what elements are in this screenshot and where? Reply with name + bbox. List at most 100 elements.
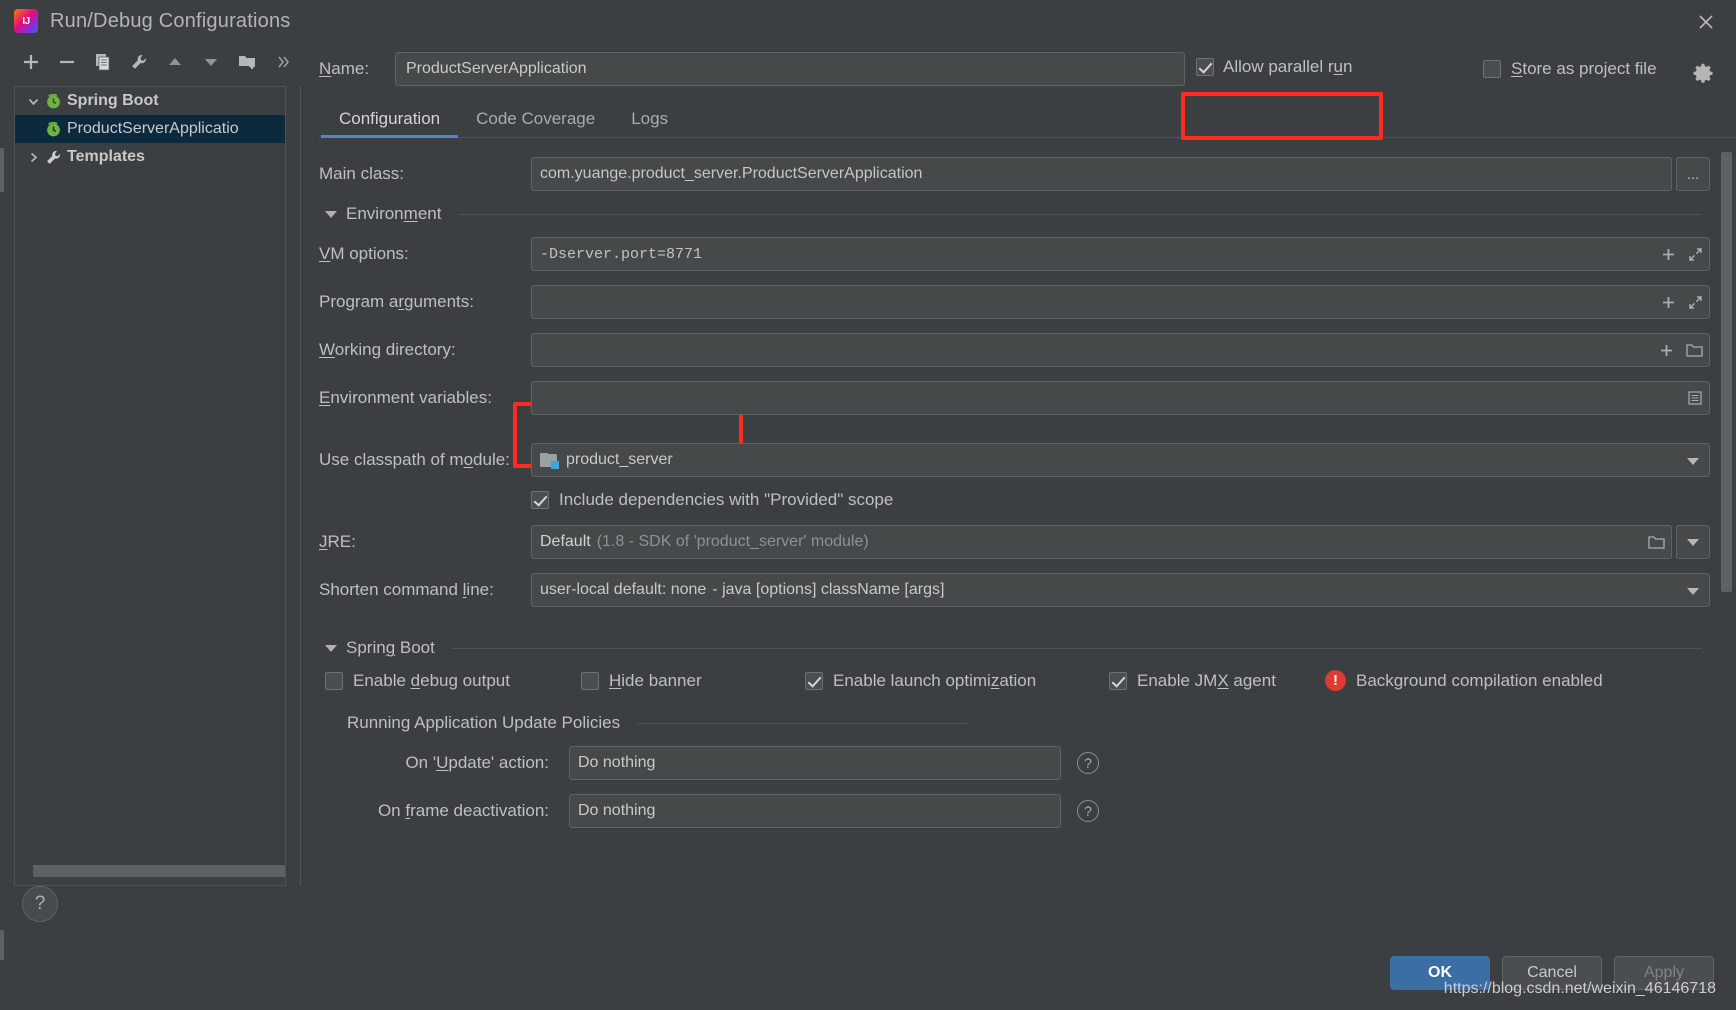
jre-row: JRE: Default (1.8 - SDK of 'product_serv…: [319, 524, 1710, 560]
edit-templates-wrench-icon[interactable]: [130, 51, 148, 73]
apply-button[interactable]: Apply: [1614, 956, 1714, 990]
move-down-arrow-icon[interactable]: [202, 51, 220, 73]
vm-options-row: VM options: -Dserver.port=8771: [319, 236, 1710, 272]
tab-configuration[interactable]: Configuration: [321, 109, 459, 138]
enable-launch-optimization-item[interactable]: Enable launch optimization: [805, 671, 1109, 691]
title-bar: Run/Debug Configurations: [0, 0, 1736, 42]
shorten-command-line-detail: - java [options] className [args]: [712, 581, 945, 598]
jre-dropdown-button[interactable]: [1676, 525, 1710, 559]
collapse-triangle-icon[interactable]: [325, 644, 337, 652]
outer-scroll-marker-bottom: [0, 930, 4, 960]
spring-boot-section-header: Spring Boot: [325, 638, 1710, 658]
jre-label: JRE:: [319, 532, 356, 551]
configuration-editor-panel: Name: Allow parallel run Store as projec…: [301, 42, 1736, 948]
chevron-down-icon[interactable]: [1687, 458, 1699, 465]
editor-vertical-scrollbar[interactable]: [1721, 152, 1732, 592]
chevron-down-icon[interactable]: [23, 95, 43, 108]
tab-code-coverage[interactable]: Code Coverage: [458, 109, 613, 137]
allow-parallel-run-group[interactable]: Allow parallel run: [1187, 50, 1364, 84]
enable-debug-output-item[interactable]: Enable debug output: [325, 671, 581, 691]
on-update-action-combo[interactable]: Do nothing: [569, 746, 1061, 780]
chevron-right-icon[interactable]: [23, 151, 43, 164]
outer-scroll-marker: [0, 148, 4, 192]
wrench-icon: [43, 149, 63, 166]
move-up-arrow-icon[interactable]: [166, 51, 184, 73]
enable-debug-output-checkbox[interactable]: [325, 671, 343, 690]
program-arguments-input[interactable]: [531, 285, 1710, 319]
add-configuration-button[interactable]: [22, 51, 40, 73]
store-as-project-file-group[interactable]: Store as project file: [1483, 59, 1657, 79]
expand-icon[interactable]: [1688, 247, 1703, 262]
tree-node-templates[interactable]: Templates: [15, 143, 285, 171]
vm-options-value: -Dserver.port=8771: [540, 245, 703, 263]
hide-banner-item[interactable]: Hide banner: [581, 671, 805, 691]
store-as-project-file-label: Store as project file: [1511, 59, 1657, 78]
collapse-triangle-icon[interactable]: [325, 210, 337, 218]
enable-jmx-agent-item[interactable]: Enable JMX agent: [1109, 671, 1325, 691]
question-icon[interactable]: ?: [1077, 752, 1099, 774]
tab-logs[interactable]: Logs: [613, 109, 686, 137]
question-icon[interactable]: ?: [1077, 800, 1099, 822]
tree-node-spring-boot[interactable]: Spring Boot: [15, 87, 285, 115]
section-divider: [458, 213, 1702, 215]
ok-button[interactable]: OK: [1390, 956, 1490, 990]
copy-configuration-button[interactable]: [94, 51, 112, 73]
tree-node-label: Spring Boot: [67, 92, 159, 109]
tree-horizontal-scrollbar[interactable]: [33, 865, 285, 877]
plus-icon[interactable]: [1661, 247, 1676, 262]
include-provided-scope-checkbox[interactable]: [531, 491, 549, 509]
list-icon[interactable]: [1687, 390, 1703, 406]
allow-parallel-run-checkbox[interactable]: [1196, 58, 1214, 76]
tree-node-label: ProductServerApplicatio: [67, 120, 239, 137]
on-frame-deactivation-value: Do nothing: [578, 802, 656, 819]
use-classpath-of-module-label: Use classpath of module:: [319, 450, 510, 469]
main-class-input[interactable]: com.yuange.product_server.ProductServerA…: [531, 157, 1672, 191]
enable-jmx-agent-checkbox[interactable]: [1109, 671, 1127, 690]
working-directory-actions: [1659, 334, 1703, 366]
main-class-row: Main class: com.yuange.product_server.Pr…: [319, 156, 1710, 192]
shorten-command-line-value: user-local default: none: [540, 581, 707, 598]
include-provided-scope-row[interactable]: Include dependencies with "Provided" sco…: [531, 490, 1710, 510]
working-directory-row: Working directory:: [319, 332, 1710, 368]
vm-options-input[interactable]: -Dserver.port=8771: [531, 237, 1710, 271]
remove-configuration-button[interactable]: [58, 51, 76, 73]
working-directory-label: Working directory:: [319, 340, 456, 359]
tree-node-productserverapplication[interactable]: ProductServerApplicatio: [15, 115, 285, 143]
environment-variables-label: Environment variables:: [319, 388, 492, 407]
more-options-chevron-icon[interactable]: [276, 51, 292, 73]
store-as-project-file-checkbox[interactable]: [1483, 60, 1501, 78]
program-arguments-label: Program arguments:: [319, 292, 474, 311]
help-button[interactable]: ?: [22, 886, 58, 922]
vm-options-actions: [1661, 238, 1703, 270]
environment-section-header: Environment: [325, 204, 1710, 224]
plus-icon[interactable]: [1661, 295, 1676, 310]
folder-icon[interactable]: [1686, 343, 1703, 358]
use-classpath-of-module-combo[interactable]: product_server: [531, 443, 1710, 477]
plus-icon[interactable]: [1659, 343, 1674, 358]
name-input[interactable]: [395, 52, 1185, 86]
close-icon[interactable]: [1692, 8, 1720, 36]
main-class-browse-button[interactable]: ...: [1676, 157, 1710, 191]
configurations-tree[interactable]: Spring Boot ProductServerApplicatio Temp…: [14, 86, 286, 886]
include-provided-scope-label: Include dependencies with "Provided" sco…: [559, 490, 894, 509]
working-directory-input[interactable]: [531, 333, 1710, 367]
new-folder-icon[interactable]: [238, 51, 258, 73]
enable-launch-optimization-checkbox[interactable]: [805, 671, 823, 690]
on-frame-deactivation-label: On frame deactivation:: [377, 801, 549, 820]
hide-banner-checkbox[interactable]: [581, 671, 599, 690]
environment-variables-input[interactable]: [531, 381, 1710, 415]
chevron-down-icon[interactable]: [1687, 588, 1699, 595]
jre-actions: [1648, 526, 1665, 558]
jre-value-detail: (1.8 - SDK of 'product_server' module): [596, 533, 869, 550]
gear-icon[interactable]: [1692, 62, 1714, 84]
section-divider: [451, 647, 1702, 649]
jre-combo[interactable]: Default (1.8 - SDK of 'product_server' m…: [531, 525, 1672, 559]
folder-icon[interactable]: [1648, 535, 1665, 550]
shorten-command-line-combo[interactable]: user-local default: none - java [options…: [531, 573, 1710, 607]
cancel-button[interactable]: Cancel: [1502, 956, 1602, 990]
on-update-action-label: On 'Update' action:: [405, 753, 549, 772]
expand-icon[interactable]: [1688, 295, 1703, 310]
on-frame-deactivation-row: On frame deactivation: Do nothing ?: [349, 793, 1710, 829]
on-frame-deactivation-combo[interactable]: Do nothing: [569, 794, 1061, 828]
enable-debug-output-label: Enable debug output: [353, 670, 510, 690]
